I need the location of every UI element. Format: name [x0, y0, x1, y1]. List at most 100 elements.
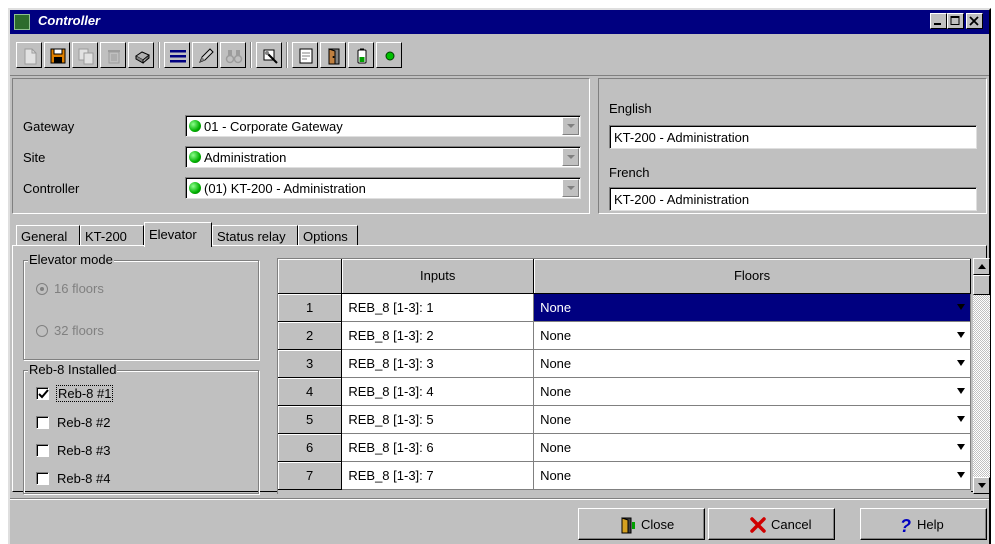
site-select[interactable]: Administration	[185, 146, 581, 168]
floor-select[interactable]: None	[533, 405, 971, 434]
svg-text:?: ?	[900, 516, 911, 534]
french-input[interactable]: KT-200 - Administration	[609, 187, 977, 211]
copy-icon	[78, 48, 94, 65]
scroll-up-button[interactable]	[973, 258, 990, 275]
floor-select[interactable]: None	[533, 461, 971, 490]
new-document-icon	[24, 48, 37, 65]
checkbox-label: Reb-8 #2	[57, 415, 111, 430]
cancel-button[interactable]: Cancel	[708, 508, 835, 540]
floor-value: None	[540, 411, 572, 427]
dropdown-arrow-icon	[957, 387, 965, 394]
floor-select[interactable]: None	[533, 321, 971, 350]
english-input[interactable]: KT-200 - Administration	[609, 125, 977, 149]
scroll-thumb[interactable]	[973, 275, 990, 295]
tab-status-relay[interactable]: Status relay	[212, 225, 298, 246]
tab-options[interactable]: Options	[298, 225, 358, 246]
grid-header-row: Inputs Floors	[278, 259, 971, 294]
dropdown-arrow-icon	[957, 471, 965, 478]
toolbar-separator	[158, 42, 160, 68]
radio-selected-icon	[36, 283, 48, 295]
row-number: 3	[278, 349, 343, 378]
battery-button[interactable]	[348, 42, 374, 68]
input-cell: REB_8 [1-3]: 7	[341, 461, 535, 490]
chevron-down-icon	[567, 186, 575, 190]
delete-button[interactable]	[100, 42, 126, 68]
report-icon	[299, 48, 313, 64]
status-dot-icon	[189, 182, 201, 194]
elevator-mode-title: Elevator mode	[28, 252, 114, 267]
gateway-select[interactable]: 01 - Corporate Gateway	[185, 115, 581, 137]
find-button[interactable]	[220, 42, 246, 68]
grid-scrollbar[interactable]	[973, 258, 990, 494]
list-icon	[170, 50, 186, 63]
table-row[interactable]: 4 REB_8 [1-3]: 4 None	[278, 377, 971, 406]
arrow-up-icon	[978, 264, 986, 269]
french-label: French	[609, 165, 650, 180]
maximize-button[interactable]	[947, 13, 964, 29]
controller-select[interactable]: (01) KT-200 - Administration	[185, 177, 581, 199]
floor-select[interactable]: None	[533, 377, 971, 406]
save-button[interactable]	[44, 42, 70, 68]
checkbox-label: Reb-8 #1	[55, 385, 114, 402]
battery-icon	[357, 48, 367, 64]
checkbox-reb8-3[interactable]: Reb-8 #3	[36, 443, 110, 458]
dropdown-button[interactable]	[562, 117, 579, 135]
app-icon	[14, 14, 30, 30]
row-number: 2	[278, 321, 343, 350]
tab-kt-200[interactable]: KT-200	[80, 225, 144, 246]
controller-label: Controller	[23, 181, 80, 196]
radio-32-floors[interactable]: 32 floors	[36, 323, 104, 338]
edit-button[interactable]	[192, 42, 218, 68]
checkbox-reb8-4[interactable]: Reb-8 #4	[36, 471, 110, 486]
checkbox-box	[36, 444, 49, 457]
title-bar[interactable]: Controller	[10, 10, 989, 34]
tab-general[interactable]: General	[16, 225, 80, 246]
table-row[interactable]: 3 REB_8 [1-3]: 3 None	[278, 349, 971, 378]
print-button[interactable]	[128, 42, 154, 68]
floors-column-header[interactable]: Floors	[533, 259, 971, 294]
checkbox-reb8-1[interactable]: Reb-8 #1	[36, 385, 114, 402]
floor-select[interactable]: None	[533, 433, 971, 462]
floor-select[interactable]: None	[533, 293, 971, 322]
minimize-button[interactable]	[930, 13, 947, 29]
input-cell: REB_8 [1-3]: 4	[341, 377, 535, 406]
close-button[interactable]: Close	[578, 508, 705, 540]
table-row[interactable]: 5 REB_8 [1-3]: 5 None	[278, 405, 971, 434]
table-row[interactable]: 6 REB_8 [1-3]: 6 None	[278, 433, 971, 462]
checkbox-reb8-2[interactable]: Reb-8 #2	[36, 415, 110, 430]
dropdown-button[interactable]	[562, 179, 579, 197]
list-button[interactable]	[164, 42, 190, 68]
question-mark-icon: ?	[900, 516, 911, 534]
dropdown-button[interactable]	[562, 148, 579, 166]
tools-button[interactable]	[256, 42, 282, 68]
table-row[interactable]: 7 REB_8 [1-3]: 7 None	[278, 461, 971, 490]
help-button[interactable]: ? Help	[860, 508, 987, 540]
gateway-label: Gateway	[23, 119, 75, 134]
close-window-button[interactable]	[966, 13, 983, 29]
site-value: Administration	[204, 150, 287, 165]
gateway-value: 01 - Corporate Gateway	[204, 119, 343, 134]
scroll-down-button[interactable]	[973, 477, 990, 494]
radio-icon	[36, 325, 48, 337]
inputs-column-header[interactable]: Inputs	[341, 259, 535, 294]
copy-button[interactable]	[72, 42, 98, 68]
input-cell: REB_8 [1-3]: 3	[341, 349, 535, 378]
tab-elevator[interactable]: Elevator	[144, 222, 212, 247]
status-button[interactable]	[376, 42, 402, 68]
door-button[interactable]	[320, 42, 346, 68]
input-cell: REB_8 [1-3]: 5	[341, 405, 535, 434]
checkbox-box	[36, 472, 49, 485]
input-cell: REB_8 [1-3]: 2	[341, 321, 535, 350]
radio-16-floors[interactable]: 16 floors	[36, 281, 104, 296]
floor-value: None	[540, 439, 572, 455]
table-row[interactable]: 1 REB_8 [1-3]: 1 None	[278, 293, 971, 322]
dropdown-arrow-icon	[957, 415, 965, 422]
new-button[interactable]	[16, 42, 42, 68]
row-number: 7	[278, 461, 343, 490]
floors-grid: Inputs Floors 1 REB_8 [1-3]: 1 None 2 RE…	[277, 258, 971, 494]
floor-select[interactable]: None	[533, 349, 971, 378]
table-row[interactable]: 2 REB_8 [1-3]: 2 None	[278, 321, 971, 350]
toolbar-separator	[250, 42, 252, 68]
report-button[interactable]	[292, 42, 318, 68]
help-button-label: Help	[917, 517, 944, 532]
